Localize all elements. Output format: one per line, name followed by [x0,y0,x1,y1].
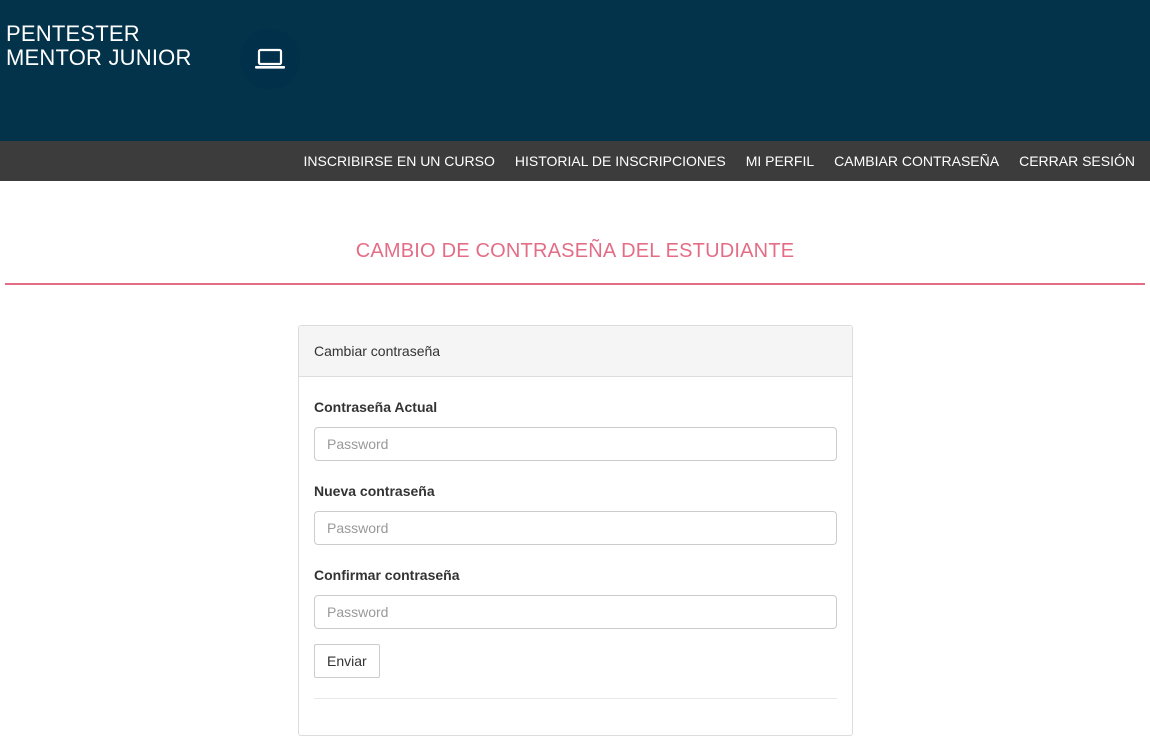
brand-line-2: MENTOR JUNIOR [6,45,192,70]
new-password-input[interactable] [314,511,837,545]
nav-item-enrollment-history[interactable]: HISTORIAL DE INSCRIPCIONES [515,153,726,169]
form-divider [314,698,837,699]
confirm-password-input[interactable] [314,595,837,629]
nav-item-enroll-course[interactable]: INSCRIBIRSE EN UN CURSO [304,153,495,169]
current-password-label: Contraseña Actual [314,399,438,415]
page-title: CAMBIO DE CONTRASEÑA DEL ESTUDIANTE [355,240,795,262]
change-password-panel: Cambiar contraseña Contraseña Actual Nue… [298,325,853,736]
current-password-input[interactable] [314,427,837,461]
submit-button[interactable]: Enviar [314,644,380,678]
site-brand[interactable]: PENTESTER MENTOR JUNIOR [6,22,192,70]
nav-item-change-password[interactable]: CAMBIAR CONTRASEÑA [834,153,999,169]
brand-line-1: PENTESTER [6,21,140,46]
laptop-icon [240,29,300,89]
main-nav: INSCRIBIRSE EN UN CURSO HISTORIAL DE INS… [0,141,1150,181]
confirm-password-label: Confirmar contraseña [314,567,460,583]
nav-item-logout[interactable]: CERRAR SESIÓN [1019,153,1135,169]
new-password-label: Nueva contraseña [314,483,435,499]
title-divider [5,283,1145,285]
panel-header: Cambiar contraseña [299,326,852,377]
nav-item-my-profile[interactable]: MI PERFIL [746,153,814,169]
top-header: PENTESTER MENTOR JUNIOR [0,0,1150,141]
